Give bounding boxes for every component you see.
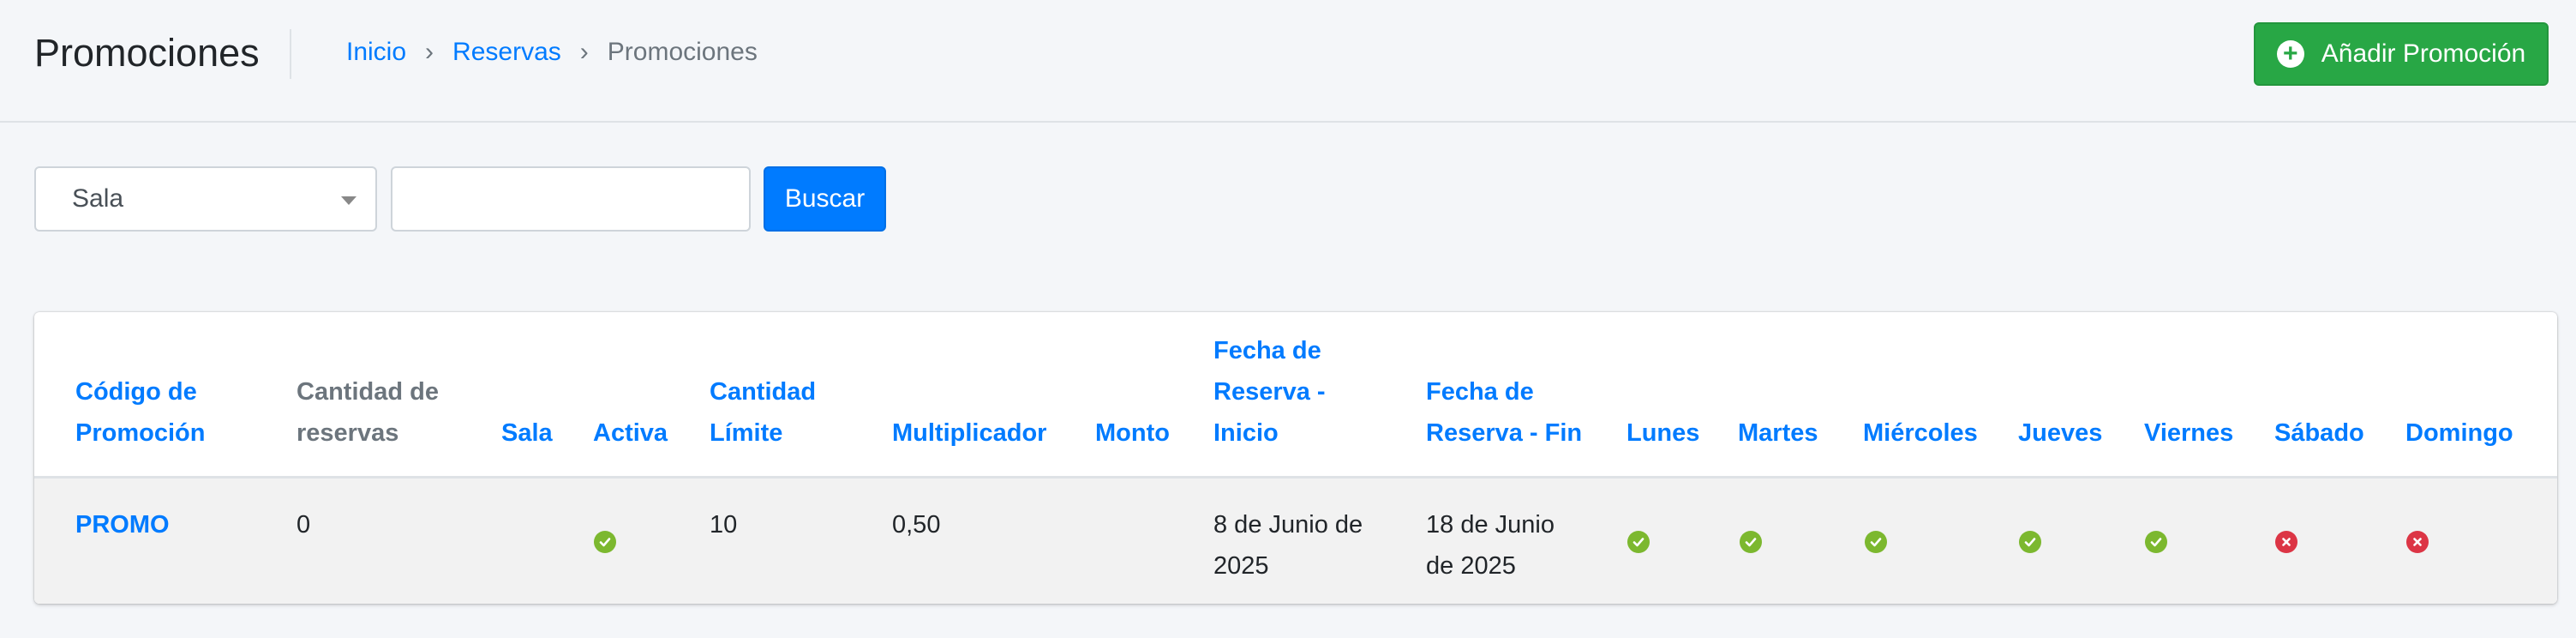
breadcrumb-separator: › (425, 38, 434, 66)
col-sabado[interactable]: Sábado (2274, 412, 2364, 454)
check-icon (1865, 531, 1887, 553)
col-multiplicador[interactable]: Multiplicador (892, 412, 1046, 454)
add-promotion-button[interactable]: + Añadir Promoción (2254, 22, 2549, 86)
cell-cantidad-limite: 10 (710, 511, 738, 539)
col-fecha-fin[interactable]: Fecha de Reserva - Fin (1426, 371, 1597, 454)
add-promotion-label: Añadir Promoción (2321, 39, 2526, 68)
check-icon (594, 531, 616, 553)
cell-fecha-fin: 18 de Junio de 2025 (1426, 511, 1555, 580)
page-header: Promociones Inicio › Reservas › Promocio… (0, 0, 2576, 123)
check-icon (2145, 531, 2167, 553)
breadcrumb-reservas[interactable]: Reservas (452, 38, 561, 67)
filter-select-value: Sala (72, 184, 124, 213)
table-row: PROMO 0 10 0,50 8 de Junio de 2025 18 de… (34, 478, 2557, 604)
col-lunes[interactable]: Lunes (1626, 412, 1699, 454)
promotions-table-card: Código de Promoción Cantidad de reservas… (34, 312, 2557, 604)
cell-cantidad-reservas: 0 (297, 511, 311, 539)
col-jueves[interactable]: Jueves (2018, 412, 2102, 454)
breadcrumb-inicio[interactable]: Inicio (346, 38, 406, 67)
x-icon (2275, 531, 2297, 553)
col-cantidad-reservas: Cantidad de reservas (297, 378, 439, 447)
check-icon (2019, 531, 2041, 553)
col-sala[interactable]: Sala (501, 412, 553, 454)
table-header: Código de Promoción Cantidad de reservas… (34, 312, 2557, 478)
breadcrumb: Inicio › Reservas › Promociones (346, 38, 758, 67)
check-icon (1740, 531, 1762, 553)
search-button[interactable]: Buscar (764, 166, 886, 232)
check-icon (1627, 531, 1650, 553)
breadcrumb-current: Promociones (607, 38, 758, 66)
caret-down-icon (341, 196, 356, 205)
search-input[interactable] (391, 166, 751, 232)
col-fecha-inicio[interactable]: Fecha de Reserva - Inicio (1213, 330, 1376, 454)
plus-circle-icon: + (2276, 40, 2304, 68)
page-title: Promociones (34, 31, 260, 75)
promotion-code-link[interactable]: PROMO (75, 504, 170, 545)
x-icon (2406, 531, 2429, 553)
col-codigo[interactable]: Código de Promoción (75, 371, 247, 454)
cell-multiplicador: 0,50 (892, 511, 941, 539)
breadcrumb-separator: › (579, 38, 589, 66)
col-domingo[interactable]: Domingo (2405, 412, 2513, 454)
col-activa[interactable]: Activa (593, 412, 668, 454)
col-martes[interactable]: Martes (1738, 412, 1818, 454)
filter-field-select[interactable]: Sala (34, 166, 377, 232)
col-miercoles[interactable]: Miércoles (1863, 412, 1978, 454)
cell-fecha-inicio: 8 de Junio de 2025 (1213, 511, 1363, 580)
col-monto[interactable]: Monto (1095, 412, 1170, 454)
col-viernes[interactable]: Viernes (2144, 412, 2233, 454)
title-divider (290, 29, 291, 79)
col-cantidad-limite[interactable]: Cantidad Límite (710, 371, 847, 454)
